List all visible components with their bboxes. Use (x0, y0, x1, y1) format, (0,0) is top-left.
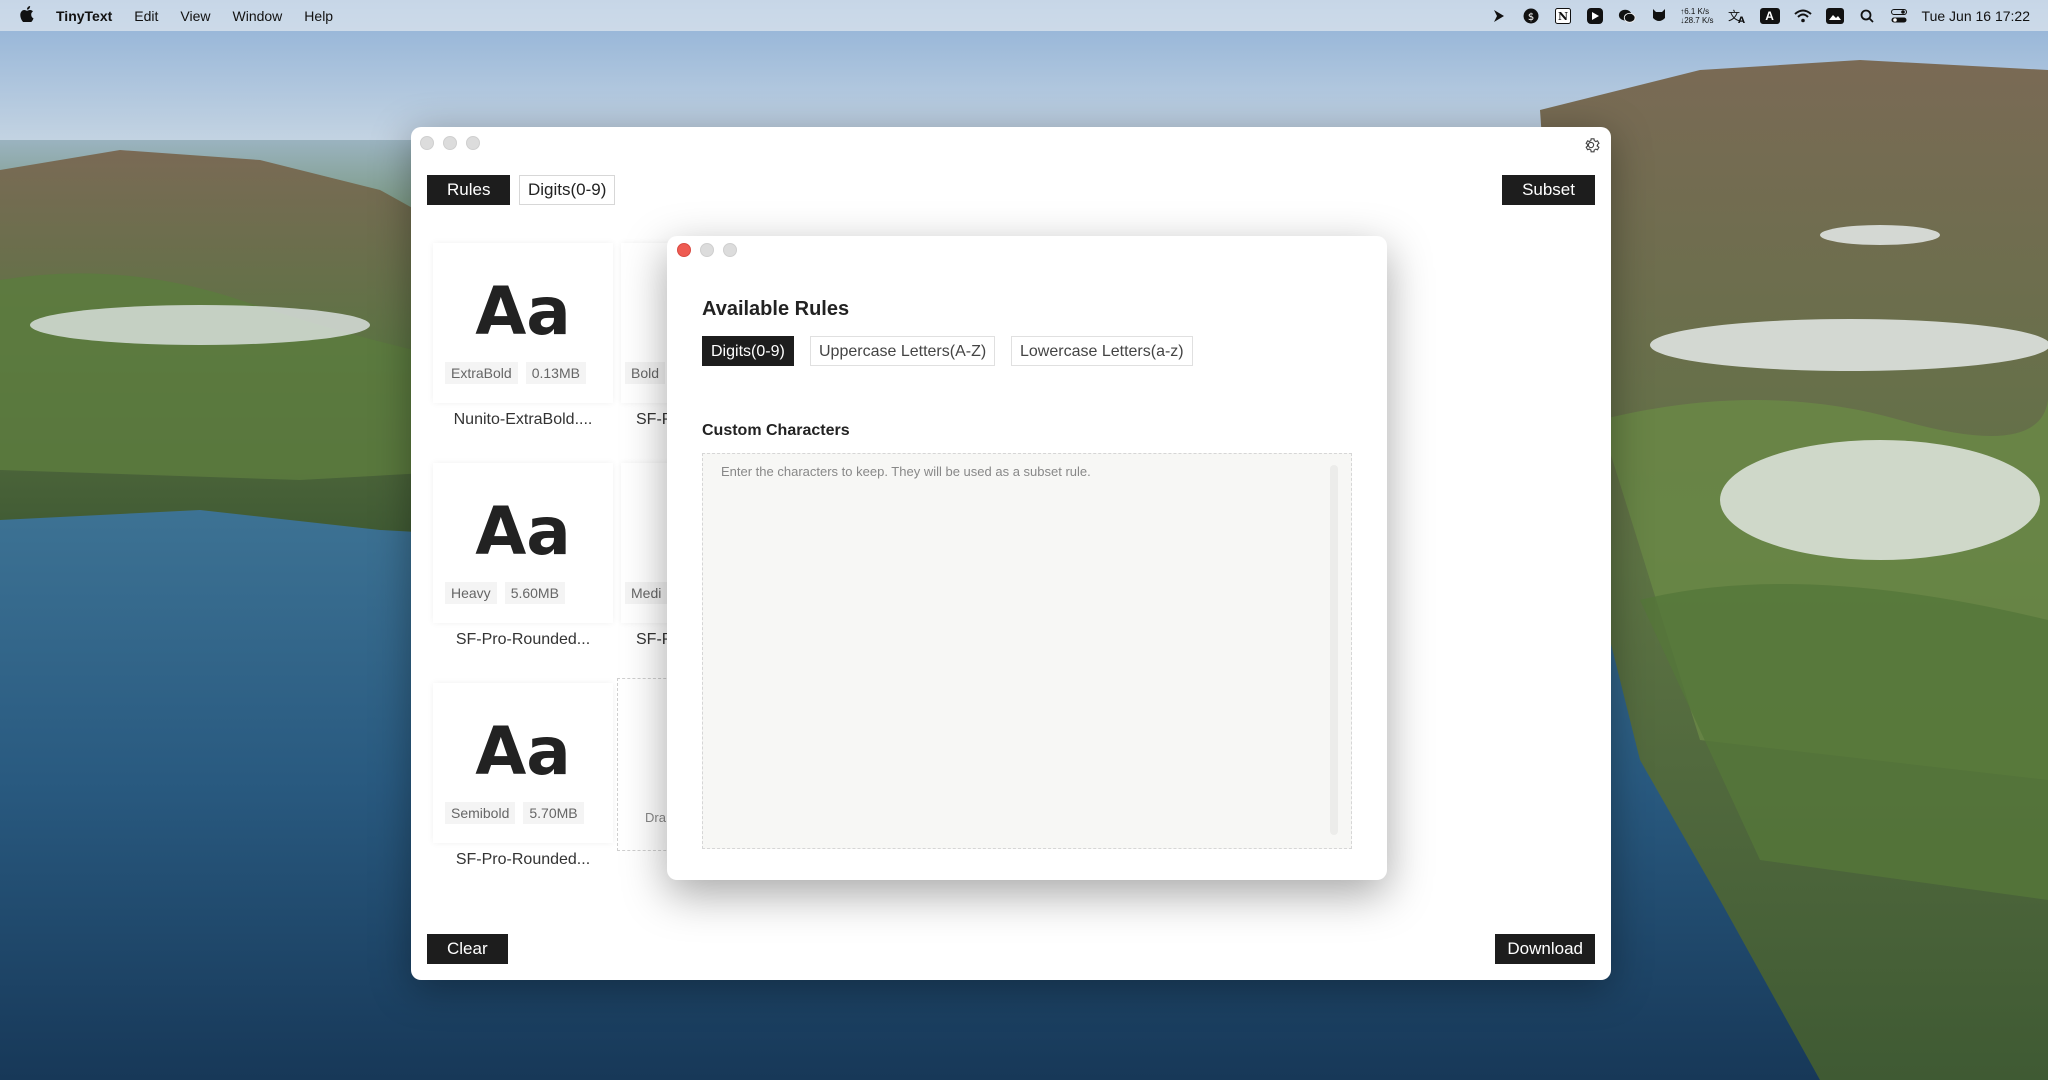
clear-button[interactable]: Clear (427, 934, 508, 964)
custom-characters-title: Custom Characters (702, 422, 850, 439)
font-preview-glyphs: Aa (475, 493, 571, 570)
font-weight-badge: Heavy (445, 582, 497, 604)
font-weight-badge: Medi (625, 582, 668, 604)
close-dialog-button[interactable] (677, 243, 691, 257)
menu-help[interactable]: Help (304, 8, 333, 24)
minimize-window-button[interactable] (443, 136, 457, 150)
menu-view[interactable]: View (180, 8, 210, 24)
dialog-window-controls (677, 243, 746, 257)
input-source-icon[interactable]: A (1759, 7, 1780, 24)
rule-chip-lowercase[interactable]: Lowercase Letters(a-z) (1011, 336, 1193, 366)
menu-edit[interactable]: Edit (134, 8, 158, 24)
font-size-badge: 5.60MB (504, 582, 565, 604)
rules-button[interactable]: Rules (427, 175, 511, 205)
menu-window[interactable]: Window (233, 8, 283, 24)
font-size-badge: 5.70MB (523, 802, 584, 824)
apple-menu-icon[interactable] (20, 6, 34, 25)
net-download: ↓28.7 K/s (1680, 15, 1714, 25)
window-controls (420, 136, 489, 150)
custom-characters-input[interactable] (702, 453, 1352, 849)
menu-app-name[interactable]: TinyText (56, 8, 112, 24)
custom-characters-scrollbar[interactable] (1330, 465, 1338, 835)
dollar-coin-icon[interactable]: $ (1522, 7, 1540, 25)
close-window-button[interactable] (420, 136, 434, 150)
rule-chip-digits[interactable]: Digits(0-9) (702, 336, 794, 366)
font-file-name: SF-Pro-Rounded... (455, 631, 591, 648)
network-speed: ↑6.1 K/s ↓28.7 K/s (1680, 7, 1713, 25)
subset-button[interactable]: Subset (1502, 175, 1595, 205)
font-weight-badge: Bold (625, 362, 666, 384)
search-icon[interactable] (1858, 7, 1876, 25)
notion-icon[interactable]: N (1554, 7, 1572, 25)
font-file-name: Nunito-ExtraBold.... (453, 411, 593, 428)
font-card[interactable]: Aa ExtraBold 0.13MB Nunito-ExtraBold.... (433, 243, 613, 443)
control-center-icon[interactable] (1890, 7, 1908, 25)
font-preview-glyphs: Aa (475, 713, 571, 790)
font-weight-badge: Semibold (445, 802, 516, 824)
net-upload: ↑6.1 K/s (1680, 6, 1710, 16)
input-source-label: A (1765, 8, 1774, 23)
wechat-icon[interactable] (1618, 7, 1636, 25)
play-arrow-icon[interactable] (1490, 7, 1508, 25)
rule-chip-uppercase[interactable]: Uppercase Letters(A-Z) (810, 336, 996, 366)
settings-gear-icon[interactable] (1582, 136, 1602, 156)
desktop-wallpaper: TinyText Edit View Window Help $ N ↑6.1 … (0, 0, 2048, 1080)
translate-icon[interactable]: 文A (1728, 7, 1746, 25)
font-weight-badge: ExtraBold (445, 362, 518, 384)
zoom-dialog-button[interactable] (723, 243, 737, 257)
menu-clock[interactable]: Tue Jun 16 17:22 (1922, 8, 2030, 24)
rules-dialog: Available Rules Digits(0-9) Uppercase Le… (667, 236, 1387, 880)
svg-text:$: $ (1528, 12, 1534, 23)
cat-shield-icon[interactable] (1650, 7, 1668, 25)
svg-text:A: A (1738, 16, 1745, 24)
font-card[interactable]: Aa Heavy 5.60MB SF-Pro-Rounded... (433, 463, 613, 663)
photo-app-icon[interactable] (1825, 7, 1844, 25)
font-card[interactable]: Aa Semibold 5.70MB SF-Pro-Rounded... (433, 683, 613, 883)
active-rule-tag: Digits(0-9) (519, 175, 616, 205)
minimize-dialog-button[interactable] (700, 243, 714, 257)
media-player-icon[interactable] (1586, 7, 1604, 25)
wifi-icon[interactable] (1793, 7, 1812, 25)
font-size-badge: 0.13MB (525, 362, 586, 384)
svg-text:N: N (1558, 10, 1568, 23)
menu-bar: TinyText Edit View Window Help $ N ↑6.1 … (0, 0, 2048, 31)
download-button[interactable]: Download (1495, 934, 1595, 964)
font-file-name: SF-Pro-Rounded... (455, 851, 591, 868)
zoom-window-button[interactable] (466, 136, 480, 150)
dialog-title: Available Rules (702, 298, 850, 320)
drop-zone-hint: Dra (645, 810, 666, 825)
font-preview-glyphs: Aa (475, 273, 571, 350)
